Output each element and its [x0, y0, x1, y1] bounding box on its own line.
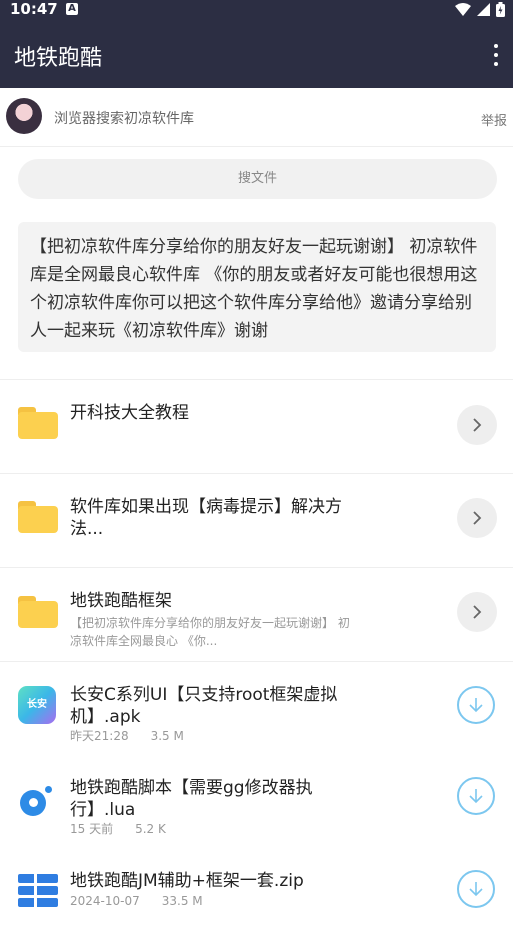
download-icon[interactable]: [457, 870, 495, 908]
status-time: 10:47: [10, 0, 58, 18]
item-description: 【把初凉软件库分享给你的朋友好友一起玩谢谢】 初凉软件库全网最良心 《你...: [70, 616, 350, 648]
search-input[interactable]: 搜文件: [18, 159, 497, 199]
item-name: 开科技大全教程: [70, 403, 189, 423]
item-name: 软件库如果出现【病毒提示】解决方法...: [70, 497, 342, 539]
more-options-icon[interactable]: [493, 44, 499, 66]
item-date: 昨天21:28: [70, 729, 129, 743]
download-icon[interactable]: [457, 777, 495, 815]
list-item[interactable]: 地铁跑酷框架 【把初凉软件库分享给你的朋友好友一起玩谢谢】 初凉软件库全网最良心…: [0, 568, 513, 662]
folder-icon: [18, 596, 58, 628]
uploader-name[interactable]: 浏览器搜索初凉软件库: [54, 108, 194, 128]
item-size: 33.5 M: [161, 894, 203, 908]
lua-icon: [20, 786, 52, 818]
item-meta: 15 天前 5.2 K: [70, 820, 166, 837]
battery-icon: [496, 2, 505, 17]
item-size: 5.2 K: [135, 822, 166, 836]
chevron-right-icon[interactable]: [457, 405, 497, 445]
item-name: 地铁跑酷脚本【需要gg修改器执行】.lua: [70, 778, 313, 820]
item-date: 2024-10-07: [70, 894, 140, 908]
system-icons: [455, 2, 505, 17]
list-item[interactable]: 开科技大全教程: [0, 380, 513, 474]
item-meta: 2024-10-07 33.5 M: [70, 894, 203, 908]
chevron-right-icon[interactable]: [457, 592, 497, 632]
zip-icon: [18, 874, 58, 908]
item-name: 地铁跑酷框架: [70, 591, 172, 611]
chevron-right-icon[interactable]: [457, 498, 497, 538]
item-name: 地铁跑酷JM辅助+框架一套.zip: [70, 871, 304, 891]
page-title: 地铁跑酷: [14, 46, 103, 71]
apk-icon: 长安: [18, 686, 56, 724]
app-bar: 地铁跑酷: [0, 20, 513, 88]
notification-icon: A: [66, 3, 78, 15]
download-icon[interactable]: [457, 686, 495, 724]
report-button[interactable]: 举报: [481, 110, 507, 129]
signal-icon: [477, 3, 490, 16]
list-item[interactable]: 长安 长安C系列UI【只支持root框架虚拟机】.apk 昨天21:28 3.5 …: [0, 662, 513, 756]
item-name: 长安C系列UI【只支持root框架虚拟机】.apk: [70, 685, 338, 727]
avatar[interactable]: [6, 98, 42, 134]
item-size: 3.5 M: [150, 729, 184, 743]
uploader-row: 浏览器搜索初凉软件库 举报: [0, 88, 513, 147]
status-bar: 10:47 A: [0, 0, 513, 20]
list-item[interactable]: 地铁跑酷脚本【需要gg修改器执行】.lua 15 天前 5.2 K: [0, 756, 513, 850]
wifi-icon: [455, 3, 471, 16]
list-item[interactable]: 地铁跑酷JM辅助+框架一套.zip 2024-10-07 33.5 M: [0, 850, 513, 944]
item-date: 15 天前: [70, 822, 114, 836]
notice-text: 【把初凉软件库分享给你的朋友好友一起玩谢谢】 初凉软件库是全网最良心软件库 《你…: [18, 222, 496, 352]
folder-icon: [18, 501, 58, 533]
item-meta: 昨天21:28 3.5 M: [70, 727, 184, 744]
folder-icon: [18, 407, 58, 439]
list-item[interactable]: 软件库如果出现【病毒提示】解决方法...: [0, 474, 513, 568]
